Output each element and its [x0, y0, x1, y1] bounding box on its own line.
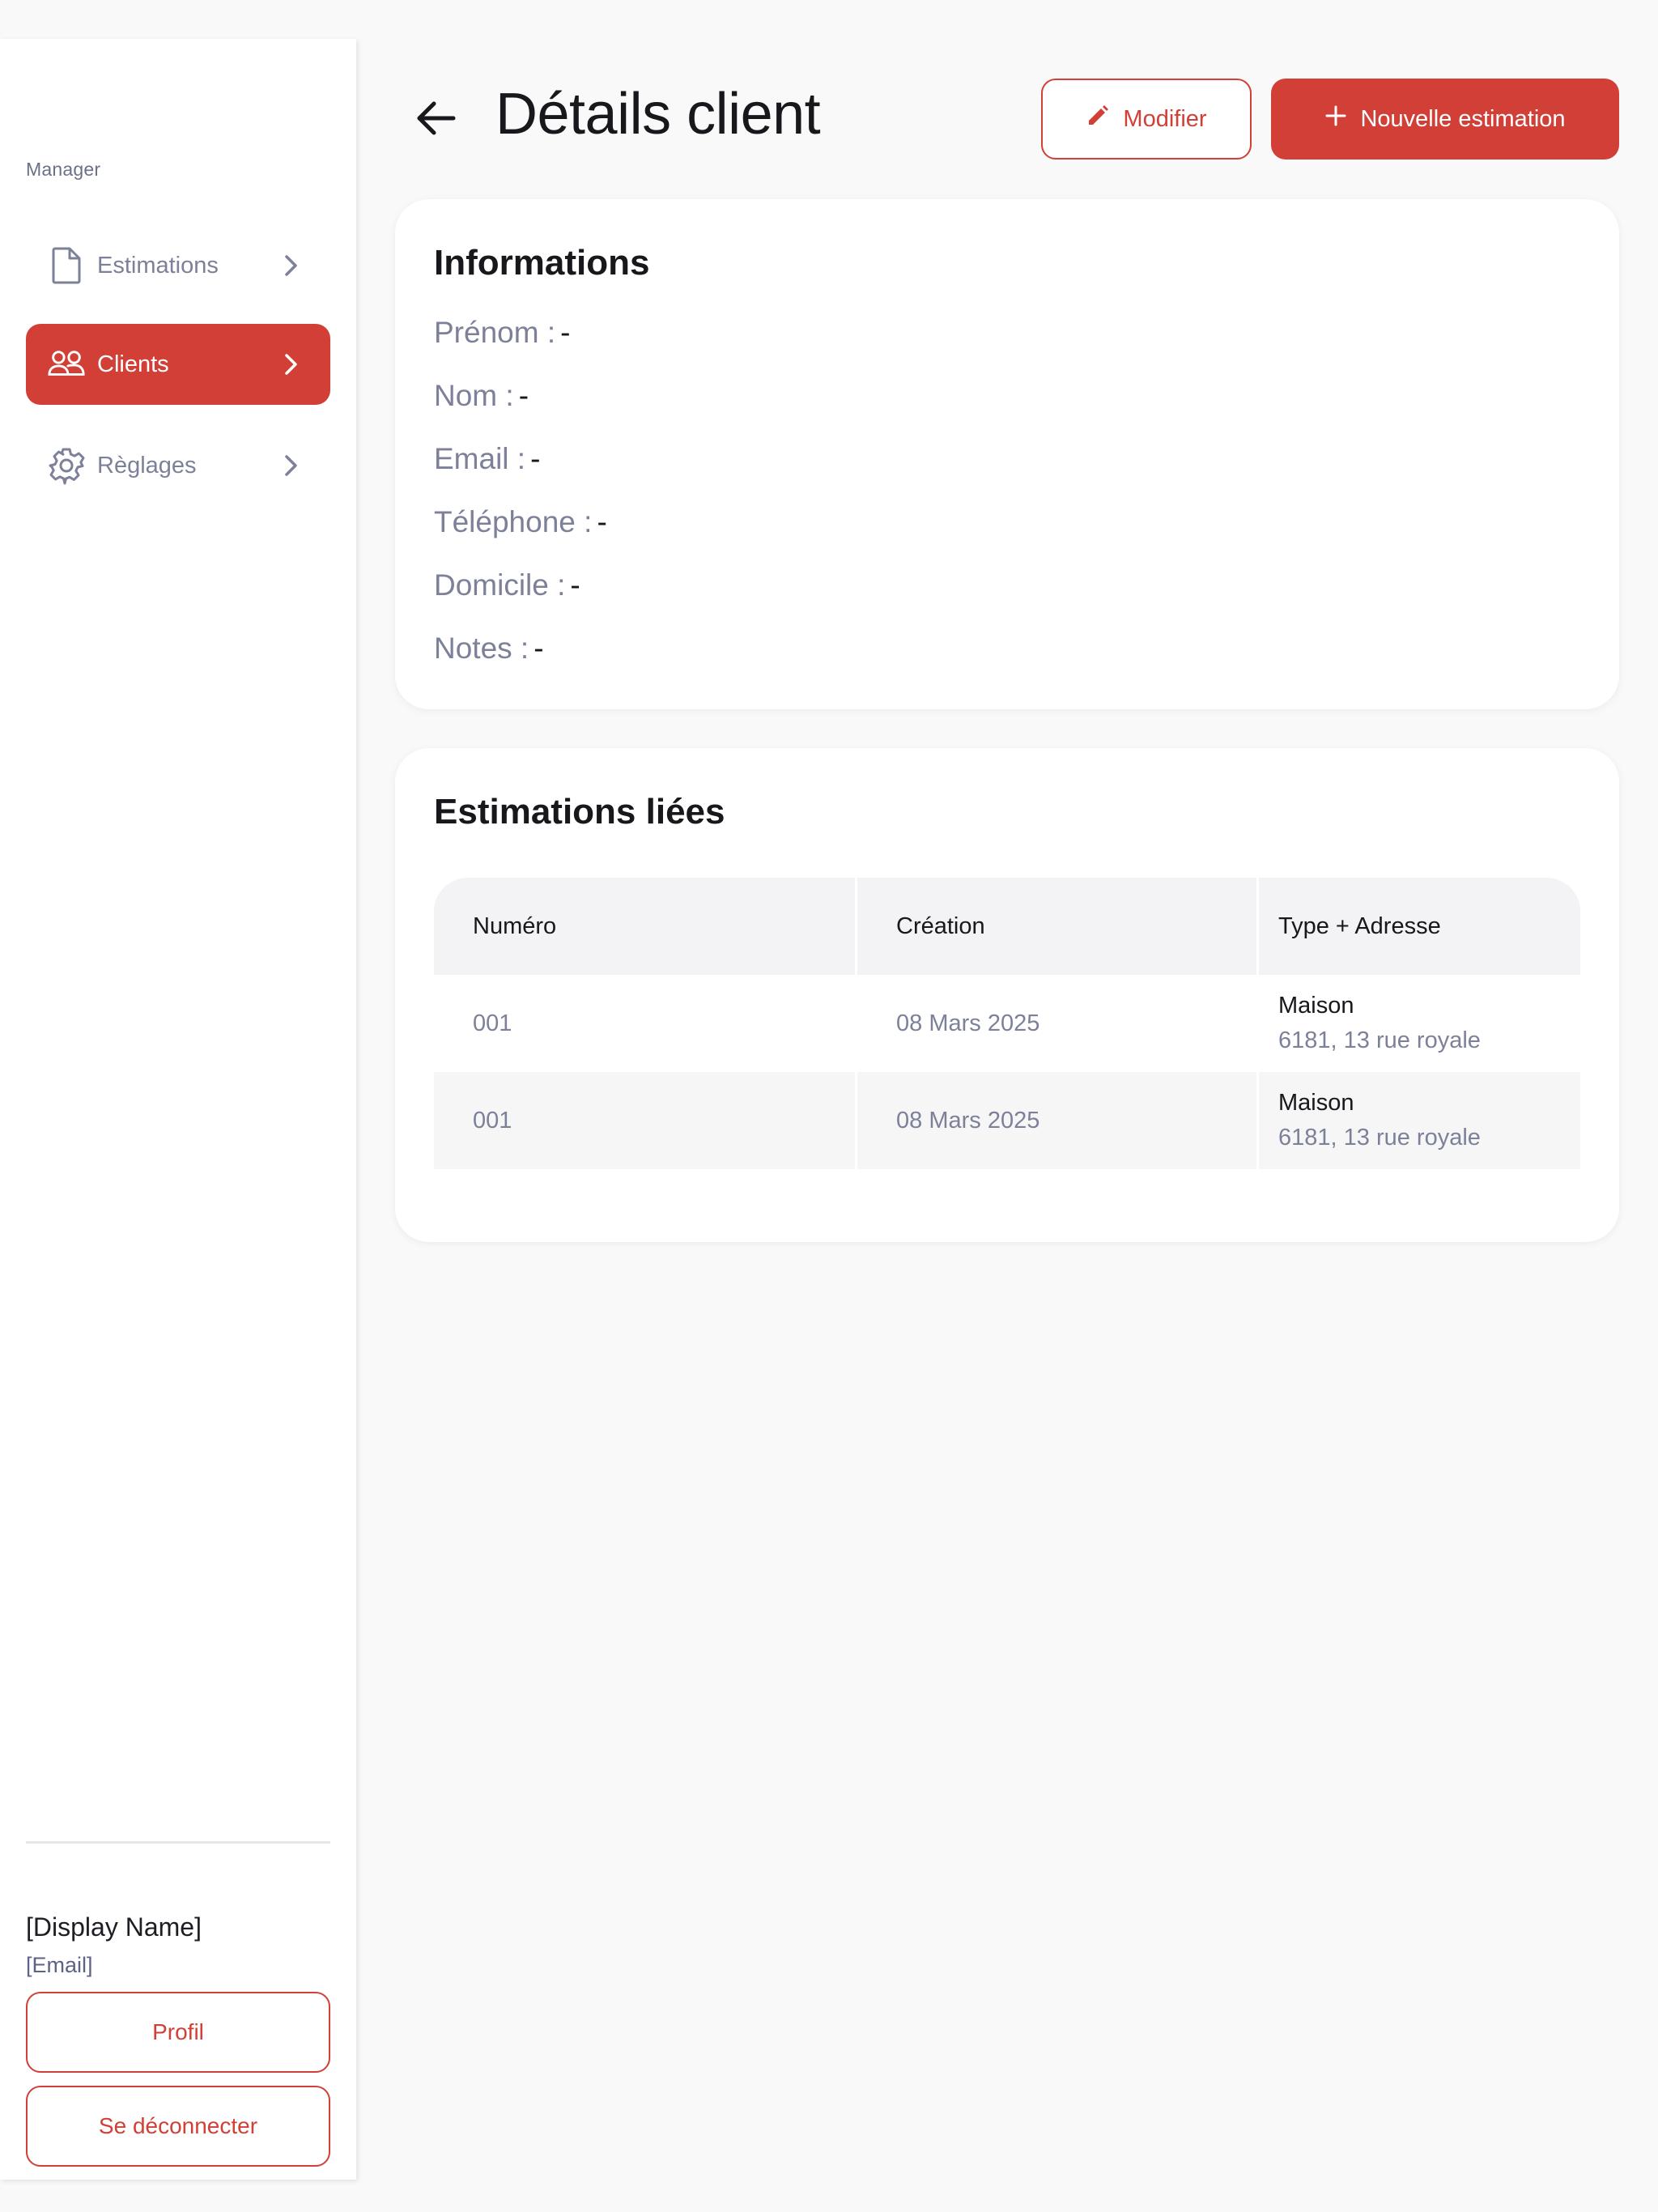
info-value: -: [518, 379, 529, 412]
creation-value: 08 Mars 2025: [896, 1107, 1040, 1134]
info-row-notes: Notes :-: [434, 632, 544, 666]
new-estimation-button[interactable]: Nouvelle estimation: [1271, 79, 1619, 160]
chevron-right-icon: [277, 351, 304, 378]
info-value: -: [597, 505, 607, 538]
type-value: Maison: [1278, 993, 1354, 1019]
type-value: Maison: [1278, 1090, 1354, 1116]
logout-button[interactable]: Se déconnecter: [26, 2086, 330, 2167]
info-value: -: [560, 316, 571, 349]
info-label: Email :: [434, 442, 526, 475]
info-row-nom: Nom :-: [434, 379, 529, 413]
edit-button-label: Modifier: [1123, 105, 1207, 132]
info-label: Téléphone :: [434, 505, 593, 538]
column-header-type-adresse[interactable]: Type + Adresse: [1256, 878, 1580, 975]
cell-type-adresse: Maison 6181, 13 rue royale: [1256, 1072, 1580, 1169]
user-email: [Email]: [26, 1953, 93, 1977]
page-title: Détails client: [495, 82, 821, 147]
adresse-value: 6181, 13 rue royale: [1278, 1027, 1481, 1053]
chevron-right-icon: [277, 452, 304, 479]
sidebar-item-label: Règlages: [97, 452, 197, 479]
column-header-numero[interactable]: Numéro: [434, 878, 855, 975]
page: Manager Estimations Clients Règlages [Di…: [0, 0, 1658, 2212]
user-display-name: [Display Name]: [26, 1912, 202, 1942]
users-icon: [47, 345, 86, 384]
edit-button[interactable]: Modifier: [1041, 79, 1252, 160]
sidebar: Manager Estimations Clients Règlages [Di…: [0, 39, 356, 2180]
info-value: -: [534, 632, 544, 665]
info-row-domicile: Domicile :-: [434, 568, 580, 602]
sidebar-item-estimations[interactable]: Estimations: [26, 225, 330, 306]
sidebar-item-reglages[interactable]: Règlages: [26, 425, 330, 506]
cell-numero: 001: [434, 975, 855, 1072]
table-row[interactable]: 001 08 Mars 2025 Maison 6181, 13 rue roy…: [434, 975, 1580, 1072]
info-value: -: [530, 442, 541, 475]
profile-button[interactable]: Profil: [26, 1992, 330, 2073]
new-estimation-label: Nouvelle estimation: [1360, 105, 1566, 132]
info-label: Nom :: [434, 379, 514, 412]
linked-estimations-title: Estimations liées: [434, 792, 725, 832]
table-header-row: Numéro Création Type + Adresse: [434, 878, 1580, 975]
sidebar-item-clients[interactable]: Clients: [26, 324, 330, 405]
numero-value: 001: [473, 1107, 512, 1134]
table-row[interactable]: 001 08 Mars 2025 Maison 6181, 13 rue roy…: [434, 1072, 1580, 1169]
sidebar-item-label: Estimations: [97, 252, 219, 279]
cell-type-adresse: Maison 6181, 13 rue royale: [1256, 975, 1580, 1072]
plus-icon: [1324, 104, 1347, 134]
column-header-creation[interactable]: Création: [855, 878, 1256, 975]
info-label: Notes :: [434, 632, 529, 665]
arrow-left-icon: [417, 101, 456, 135]
info-label: Prénom :: [434, 316, 556, 349]
estimations-table: Numéro Création Type + Adresse 001 08 Ma…: [434, 878, 1580, 1169]
adresse-value: 6181, 13 rue royale: [1278, 1125, 1481, 1151]
document-icon: [47, 246, 86, 285]
back-button[interactable]: [411, 94, 460, 143]
informations-title: Informations: [434, 243, 650, 283]
pencil-icon: [1086, 104, 1110, 134]
informations-card: Informations Prénom :- Nom :- Email :- T…: [395, 199, 1619, 709]
gear-icon: [47, 446, 86, 485]
cell-numero: 001: [434, 1072, 855, 1169]
info-label: Domicile :: [434, 568, 566, 602]
info-row-email: Email :-: [434, 442, 540, 476]
sidebar-item-label: Clients: [97, 351, 169, 377]
brand-label: Manager: [26, 159, 101, 180]
info-row-telephone: Téléphone :-: [434, 505, 607, 539]
creation-value: 08 Mars 2025: [896, 1010, 1040, 1036]
info-value: -: [570, 568, 580, 602]
numero-value: 001: [473, 1010, 512, 1036]
cell-creation: 08 Mars 2025: [855, 1072, 1256, 1169]
info-row-prenom: Prénom :-: [434, 316, 570, 350]
sidebar-divider: [26, 1841, 330, 1844]
linked-estimations-card: Estimations liées Numéro Création Type +…: [395, 748, 1619, 1242]
chevron-right-icon: [277, 252, 304, 279]
cell-creation: 08 Mars 2025: [855, 975, 1256, 1072]
